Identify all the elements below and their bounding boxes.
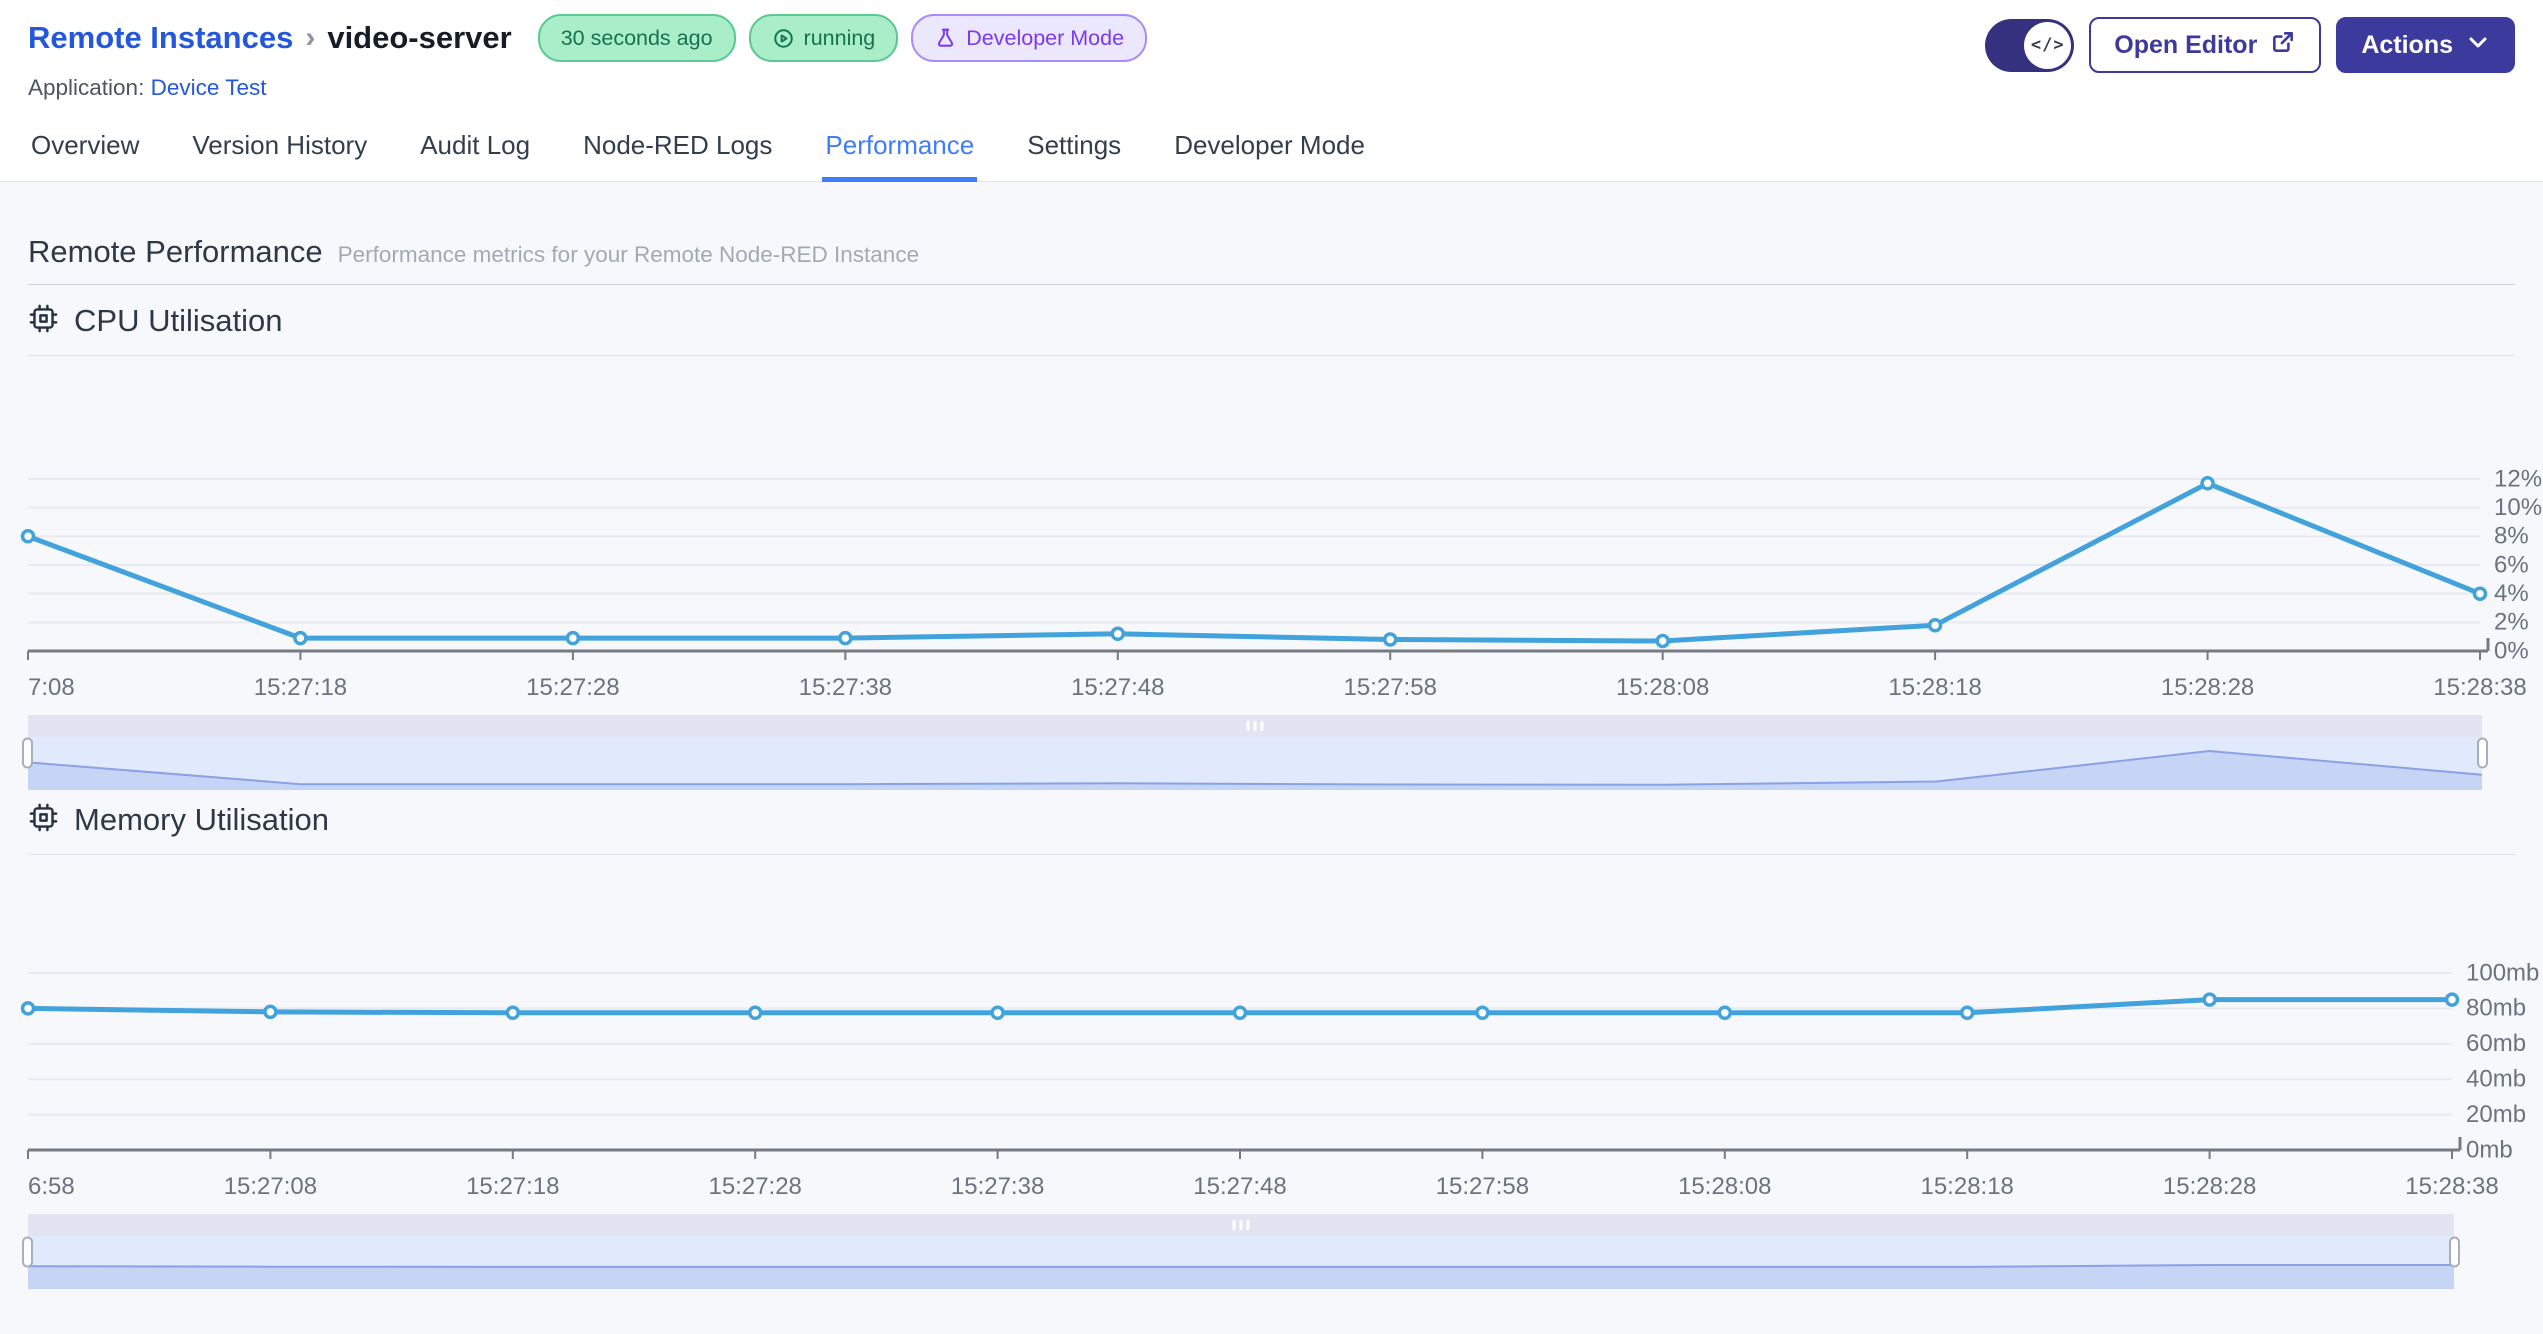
cpu-brush-right-handle[interactable] xyxy=(2477,737,2488,768)
svg-text:2%: 2% xyxy=(2494,609,2529,636)
application-link[interactable]: Device Test xyxy=(151,75,267,100)
svg-text:15:28:18: 15:28:18 xyxy=(1888,674,1981,701)
cpu-chip-icon xyxy=(28,303,59,339)
cpu-section-title: CPU Utilisation xyxy=(74,303,283,338)
page: Remote Instances › video-server 30 secon… xyxy=(0,0,2543,1334)
svg-text:4%: 4% xyxy=(2494,580,2529,607)
main-content: Remote Performance Performance metrics f… xyxy=(0,182,2543,1334)
memory-section: Memory Utilisation 0mb 20mb 40mb 60mb 80mb 10… xyxy=(20,790,2539,1289)
open-editor-button[interactable]: Open Editor xyxy=(2089,17,2322,73)
cpu-section-header: CPU Utilisation xyxy=(28,285,2515,356)
tab-performance[interactable]: Performance xyxy=(822,115,978,182)
svg-text:60mb: 60mb xyxy=(2466,1030,2526,1057)
cpu-brush-window[interactable] xyxy=(28,737,2482,790)
svg-text:20mb: 20mb xyxy=(2466,1101,2526,1128)
open-editor-label: Open Editor xyxy=(2114,30,2258,59)
tab-overview[interactable]: Overview xyxy=(28,115,142,181)
chevron-down-icon xyxy=(2466,30,2490,61)
play-circle-icon xyxy=(772,27,795,50)
svg-text:15:27:18: 15:27:18 xyxy=(466,1173,559,1200)
svg-text:15:27:48: 15:27:48 xyxy=(1193,1173,1286,1200)
svg-text:6:58: 6:58 xyxy=(28,1173,75,1200)
breadcrumb: Remote Instances › video-server 30 secon… xyxy=(28,14,1148,62)
breadcrumb-parent-link[interactable]: Remote Instances xyxy=(28,20,293,56)
status-badge: running xyxy=(748,14,899,62)
grip-dots-icon xyxy=(1232,1220,1250,1230)
svg-text:8%: 8% xyxy=(2494,523,2529,550)
top-bar-actions: </> Open Editor Actions xyxy=(1985,14,2515,73)
memory-chart-range-brush[interactable] xyxy=(22,1214,2460,1289)
svg-text:40mb: 40mb xyxy=(2466,1066,2526,1093)
memory-utilisation-chart[interactable]: 0mb 20mb 40mb 60mb 80mb 100mb 6:58 15:27:08 15:2… xyxy=(20,855,2539,1200)
actions-button[interactable]: Actions xyxy=(2336,17,2515,73)
cpu-brush-left-handle[interactable] xyxy=(22,737,33,768)
tab-version-history[interactable]: Version History xyxy=(189,115,370,181)
tab-audit-log[interactable]: Audit Log xyxy=(417,115,533,181)
tab-settings[interactable]: Settings xyxy=(1024,115,1124,181)
actions-label: Actions xyxy=(2361,30,2453,59)
badge-label: running xyxy=(803,25,876,50)
svg-text:15:28:08: 15:28:08 xyxy=(1678,1173,1771,1200)
svg-text:80mb: 80mb xyxy=(2466,995,2526,1022)
page-subtitle: Performance metrics for your Remote Node… xyxy=(337,242,920,267)
tab-node-red-logs[interactable]: Node-RED Logs xyxy=(580,115,775,181)
svg-text:15:28:38: 15:28:38 xyxy=(2433,674,2526,701)
svg-text:0mb: 0mb xyxy=(2466,1136,2513,1163)
status-badge: 30 seconds ago xyxy=(537,14,736,62)
grip-dots-icon xyxy=(1246,721,1264,731)
badge-label: Developer Mode xyxy=(966,25,1125,50)
svg-text:15:27:48: 15:27:48 xyxy=(1071,674,1164,701)
cpu-brush-move-bar[interactable] xyxy=(28,715,2482,737)
page-header: Remote Performance Performance metrics f… xyxy=(28,182,2515,285)
memory-brush-move-bar[interactable] xyxy=(28,1214,2454,1236)
page-title: Remote Performance xyxy=(28,234,323,269)
svg-text:15:27:58: 15:27:58 xyxy=(1344,674,1437,701)
svg-text:15:27:28: 15:27:28 xyxy=(708,1173,801,1200)
cpu-chart-range-brush[interactable] xyxy=(22,715,2488,790)
svg-text:15:28:28: 15:28:28 xyxy=(2163,1173,2256,1200)
memory-brush-right-handle[interactable] xyxy=(2449,1236,2460,1267)
memory-section-header: Memory Utilisation xyxy=(28,790,2515,855)
external-link-icon xyxy=(2270,29,2296,62)
svg-text:15:28:08: 15:28:08 xyxy=(1616,674,1709,701)
svg-text:12%: 12% xyxy=(2494,465,2542,492)
status-badge: Developer Mode xyxy=(911,14,1148,62)
top-bar-left: Remote Instances › video-server 30 secon… xyxy=(28,14,1148,101)
tab-bar: Overview Version History Audit Log Node-RED… xyxy=(0,115,2543,182)
flask-icon xyxy=(934,27,957,50)
svg-text:7:08: 7:08 xyxy=(28,674,75,701)
svg-text:15:27:28: 15:27:28 xyxy=(526,674,619,701)
svg-text:15:27:58: 15:27:58 xyxy=(1436,1173,1529,1200)
status-badges: 30 seconds ago running Developer Mode xyxy=(537,14,1148,62)
svg-text:15:28:28: 15:28:28 xyxy=(2161,674,2254,701)
breadcrumb-current: video-server xyxy=(327,20,512,55)
svg-text:6%: 6% xyxy=(2494,551,2529,578)
application-line: Application: Device Test xyxy=(28,75,1147,101)
svg-text:100mb: 100mb xyxy=(2466,959,2539,986)
svg-text:15:28:38: 15:28:38 xyxy=(2405,1173,2498,1200)
badge-label: 30 seconds ago xyxy=(560,25,713,50)
memory-brush-window[interactable] xyxy=(28,1236,2454,1289)
svg-text:15:27:38: 15:27:38 xyxy=(951,1173,1044,1200)
memory-brush-left-handle[interactable] xyxy=(22,1236,33,1267)
svg-text:15:28:18: 15:28:18 xyxy=(1920,1173,2013,1200)
application-label: Application: xyxy=(28,75,145,100)
svg-text:15:27:08: 15:27:08 xyxy=(224,1173,317,1200)
breadcrumb-chevron-icon: › xyxy=(305,21,316,54)
svg-text:15:27:38: 15:27:38 xyxy=(799,674,892,701)
cpu-section: CPU Utilisation 0% 2% 4% 6% 8% 10% 12% 7:08 15:2… xyxy=(20,285,2542,790)
svg-text:10%: 10% xyxy=(2494,494,2542,521)
developer-mode-toggle[interactable]: </> xyxy=(1985,18,2075,72)
svg-text:15:27:18: 15:27:18 xyxy=(254,674,347,701)
tab-developer-mode[interactable]: Developer Mode xyxy=(1171,115,1368,181)
top-bar: Remote Instances › video-server 30 secon… xyxy=(0,0,2543,101)
code-icon: </> xyxy=(2024,21,2072,69)
memory-chip-icon xyxy=(28,802,59,838)
svg-text:0%: 0% xyxy=(2494,637,2529,664)
cpu-utilisation-chart[interactable]: 0%2%4%6%8%10%12% 7:08 15:27:18 15:27:28 15:2… xyxy=(20,356,2542,701)
memory-section-title: Memory Utilisation xyxy=(74,802,329,837)
